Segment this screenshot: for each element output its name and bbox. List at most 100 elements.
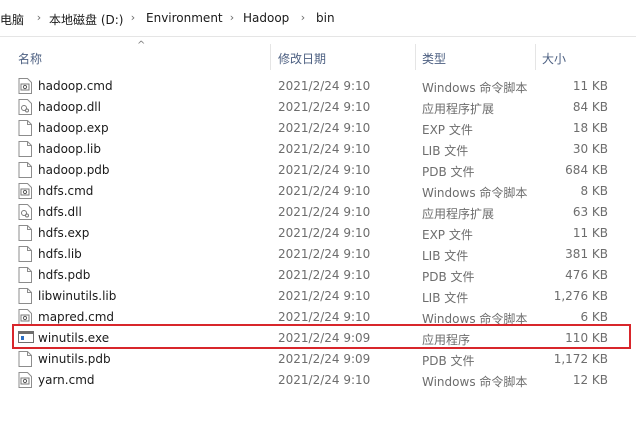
file-name: hadoop.pdb: [38, 163, 110, 177]
file-modified: 2021/2/24 9:10: [278, 121, 371, 135]
file-size: 6 KB: [580, 310, 608, 324]
file-type: LIB 文件: [422, 249, 469, 263]
file-modified: 2021/2/24 9:10: [278, 373, 371, 387]
column-header-name[interactable]: 名称: [18, 50, 42, 67]
file-type: Windows 命令脚本: [422, 312, 528, 326]
file-size: 63 KB: [572, 205, 608, 219]
breadcrumb-hadoop[interactable]: Hadoop: [243, 11, 289, 25]
blank-file-icon: [18, 267, 32, 283]
file-type: PDB 文件: [422, 165, 475, 179]
file-name: hdfs.exp: [38, 226, 90, 240]
column-divider[interactable]: [415, 44, 416, 70]
breadcrumb-chevron-icon[interactable]: ›: [128, 11, 138, 24]
file-type: Windows 命令脚本: [422, 186, 528, 200]
file-row[interactable]: winutils.exe 2021/2/24 9:09 应用程序 110 KB: [0, 328, 636, 349]
dll-file-icon: [18, 99, 32, 115]
file-type: EXP 文件: [422, 228, 473, 242]
blank-file-icon: [18, 225, 32, 241]
file-size: 84 KB: [572, 100, 608, 114]
file-modified: 2021/2/24 9:10: [278, 205, 371, 219]
file-size: 1,172 KB: [553, 352, 608, 366]
file-name: hadoop.lib: [38, 142, 101, 156]
file-name: winutils.pdb: [38, 352, 111, 366]
file-size: 18 KB: [572, 121, 608, 135]
address-bar[interactable]: 电脑 › 本地磁盘 (D:) › Environment › Hadoop › …: [0, 0, 636, 37]
blank-file-icon: [18, 246, 32, 262]
file-name: winutils.exe: [38, 331, 110, 345]
file-type: LIB 文件: [422, 291, 469, 305]
file-name: hdfs.lib: [38, 247, 82, 261]
breadcrumb-chevron-icon[interactable]: ›: [227, 11, 237, 24]
file-size: 381 KB: [565, 247, 608, 261]
file-row[interactable]: hdfs.lib 2021/2/24 9:10 LIB 文件 381 KB: [0, 244, 636, 265]
file-row[interactable]: libwinutils.lib 2021/2/24 9:10 LIB 文件 1,…: [0, 286, 636, 307]
breadcrumb-this-pc[interactable]: 电脑: [0, 11, 24, 28]
file-name: mapred.cmd: [38, 310, 115, 324]
file-row[interactable]: hadoop.cmd 2021/2/24 9:10 Windows 命令脚本 1…: [0, 76, 636, 97]
file-row[interactable]: hdfs.cmd 2021/2/24 9:10 Windows 命令脚本 8 K…: [0, 181, 636, 202]
file-row[interactable]: hdfs.exp 2021/2/24 9:10 EXP 文件 11 KB: [0, 223, 636, 244]
file-type: 应用程序扩展: [422, 207, 495, 221]
file-modified: 2021/2/24 9:09: [278, 352, 371, 366]
file-type: EXP 文件: [422, 123, 473, 137]
sort-ascending-icon: ^: [137, 40, 146, 51]
breadcrumb-chevron-icon[interactable]: ›: [298, 11, 308, 24]
file-row[interactable]: hdfs.pdb 2021/2/24 9:10 PDB 文件 476 KB: [0, 265, 636, 286]
file-size: 30 KB: [572, 142, 608, 156]
breadcrumb-environment[interactable]: Environment: [146, 11, 223, 25]
file-row[interactable]: hadoop.exp 2021/2/24 9:10 EXP 文件 18 KB: [0, 118, 636, 139]
file-size: 11 KB: [572, 226, 608, 240]
breadcrumb-chevron-icon[interactable]: ›: [34, 11, 44, 24]
file-row[interactable]: hdfs.dll 2021/2/24 9:10 应用程序扩展 63 KB: [0, 202, 636, 223]
file-size: 1,276 KB: [553, 289, 608, 303]
file-type: PDB 文件: [422, 270, 475, 284]
breadcrumb-drive-d[interactable]: 本地磁盘 (D:): [49, 11, 123, 28]
file-modified: 2021/2/24 9:10: [278, 184, 371, 198]
column-header-size[interactable]: 大小: [542, 50, 566, 67]
file-modified: 2021/2/24 9:10: [278, 226, 371, 240]
cmd-file-icon: [18, 309, 32, 325]
file-modified: 2021/2/24 9:10: [278, 247, 371, 261]
file-modified: 2021/2/24 9:10: [278, 268, 371, 282]
dll-file-icon: [18, 204, 32, 220]
file-modified: 2021/2/24 9:10: [278, 289, 371, 303]
file-type: Windows 命令脚本: [422, 81, 528, 95]
file-size: 12 KB: [572, 373, 608, 387]
file-type: LIB 文件: [422, 144, 469, 158]
file-row[interactable]: mapred.cmd 2021/2/24 9:10 Windows 命令脚本 6…: [0, 307, 636, 328]
file-name: libwinutils.lib: [38, 289, 117, 303]
file-modified: 2021/2/24 9:10: [278, 142, 371, 156]
column-divider[interactable]: [535, 44, 536, 70]
column-header-type[interactable]: 类型: [422, 50, 446, 67]
file-modified: 2021/2/24 9:10: [278, 163, 371, 177]
column-header-modified[interactable]: 修改日期: [278, 50, 326, 67]
file-modified: 2021/2/24 9:10: [278, 79, 371, 93]
file-row[interactable]: yarn.cmd 2021/2/24 9:10 Windows 命令脚本 12 …: [0, 370, 636, 391]
file-type: PDB 文件: [422, 354, 475, 368]
file-modified: 2021/2/24 9:10: [278, 310, 371, 324]
file-name: hadoop.dll: [38, 100, 101, 114]
cmd-file-icon: [18, 78, 32, 94]
file-row[interactable]: hadoop.pdb 2021/2/24 9:10 PDB 文件 684 KB: [0, 160, 636, 181]
file-name: yarn.cmd: [38, 373, 95, 387]
column-divider[interactable]: [270, 44, 271, 70]
file-row[interactable]: hadoop.lib 2021/2/24 9:10 LIB 文件 30 KB: [0, 139, 636, 160]
file-modified: 2021/2/24 9:09: [278, 331, 371, 345]
file-size: 684 KB: [565, 163, 608, 177]
file-name: hdfs.pdb: [38, 268, 91, 282]
file-type: Windows 命令脚本: [422, 375, 528, 389]
blank-file-icon: [18, 120, 32, 136]
file-type: 应用程序扩展: [422, 102, 495, 116]
cmd-file-icon: [18, 183, 32, 199]
file-row[interactable]: hadoop.dll 2021/2/24 9:10 应用程序扩展 84 KB: [0, 97, 636, 118]
breadcrumb-bin[interactable]: bin: [316, 11, 335, 25]
file-size: 476 KB: [565, 268, 608, 282]
file-type: 应用程序: [422, 333, 471, 347]
blank-file-icon: [18, 141, 32, 157]
blank-file-icon: [18, 288, 32, 304]
file-row[interactable]: winutils.pdb 2021/2/24 9:09 PDB 文件 1,172…: [0, 349, 636, 370]
file-name: hadoop.cmd: [38, 79, 113, 93]
file-name: hdfs.cmd: [38, 184, 94, 198]
cmd-file-icon: [18, 372, 32, 388]
blank-file-icon: [18, 351, 32, 367]
